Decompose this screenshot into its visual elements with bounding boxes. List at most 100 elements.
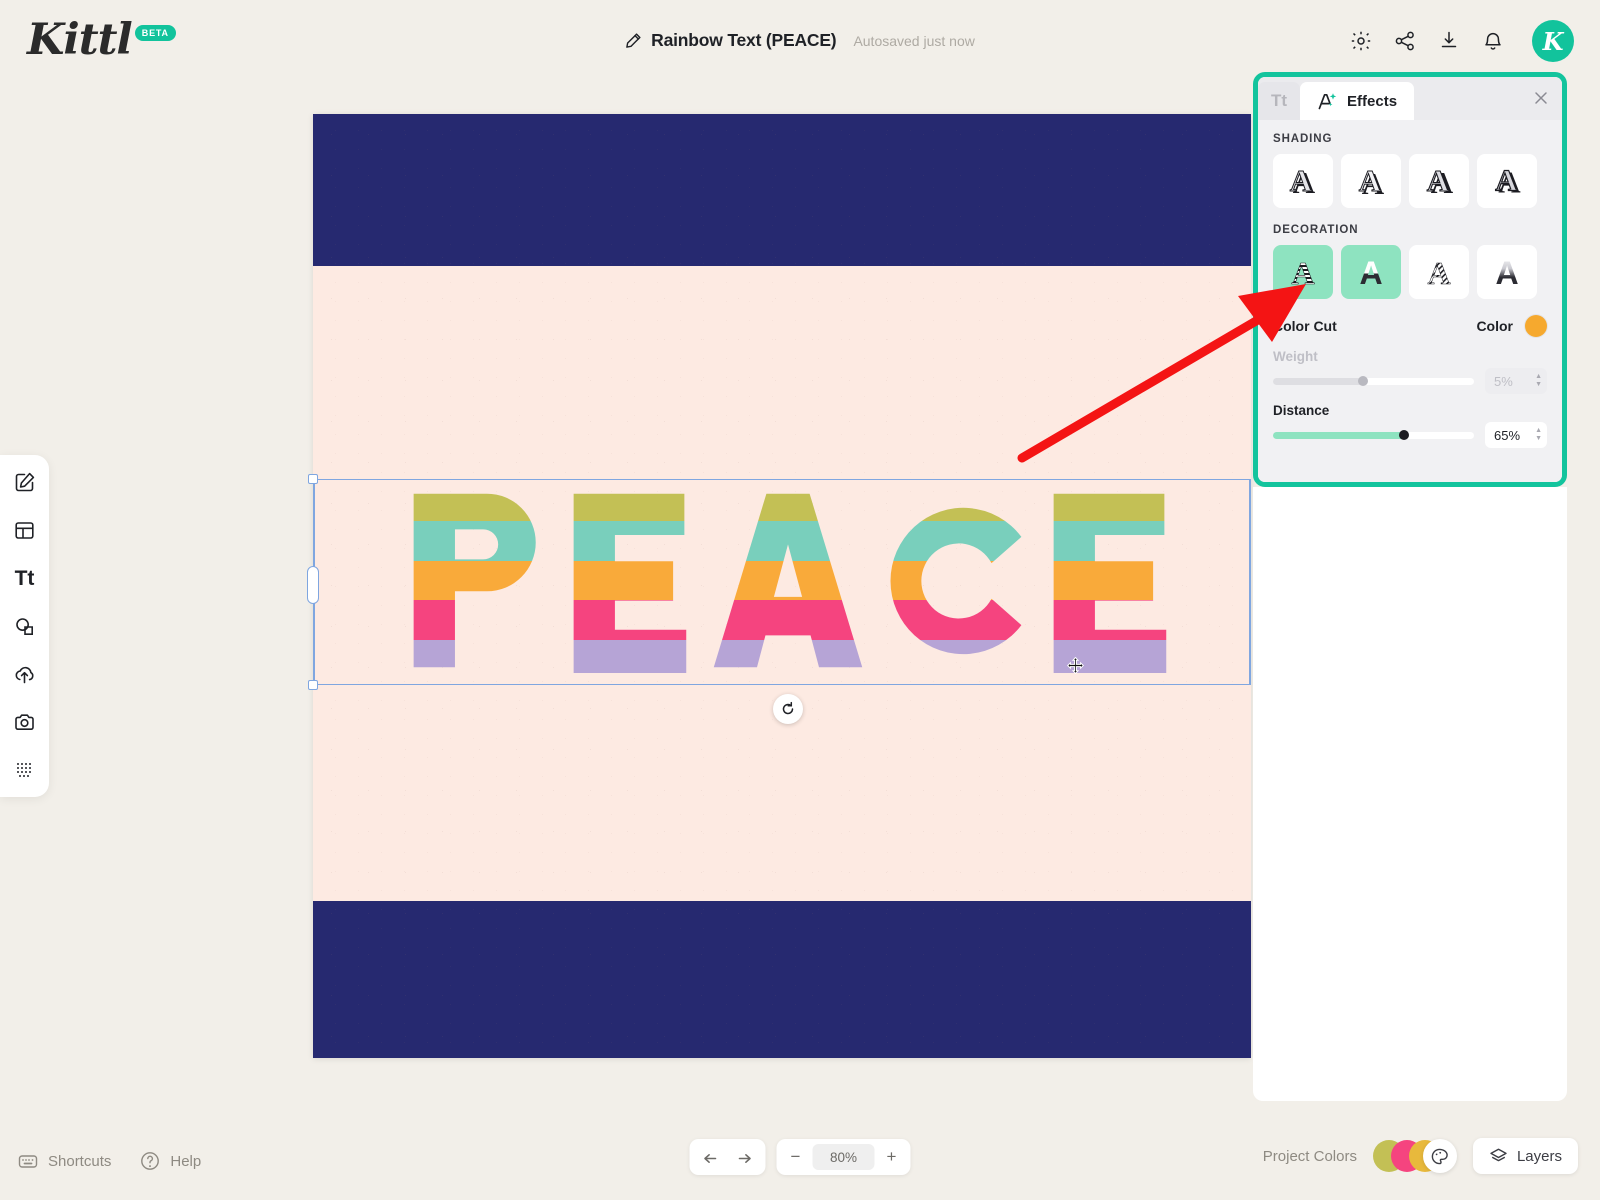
distance-spinner[interactable]: ▲ ▼ <box>1535 427 1542 442</box>
close-icon[interactable] <box>1532 89 1550 107</box>
svg-text:A: A <box>1291 255 1314 291</box>
shading-preview-icon: A A <box>1358 163 1385 201</box>
project-colors-swatches[interactable] <box>1372 1139 1457 1173</box>
tab-text-label: Tt <box>1271 91 1288 110</box>
weight-value: 5% <box>1494 373 1513 389</box>
help-button[interactable]: Help <box>139 1150 201 1172</box>
dot-grid-icon <box>17 762 31 777</box>
decoration-option-2[interactable]: A <box>1341 245 1401 299</box>
shading-option-4[interactable]: A A <box>1477 154 1537 208</box>
shapes-icon <box>16 617 33 635</box>
color-group: Color <box>1476 315 1547 337</box>
peace-text-object[interactable] <box>408 482 1170 680</box>
panel-body: SHADING A A A A A A A A DECORATION A A A… <box>1258 120 1562 482</box>
left-toolbar: Tt <box>0 455 49 797</box>
rotate-handle[interactable] <box>773 694 803 724</box>
decoration-option-3[interactable]: A <box>1409 245 1469 299</box>
letter-p <box>408 482 547 680</box>
letter-e-1 <box>567 482 690 680</box>
color-swatch[interactable] <box>1525 315 1547 337</box>
redo-button[interactable] <box>733 1144 760 1171</box>
avatar-initial: K <box>1542 26 1564 56</box>
shading-option-3[interactable]: A A <box>1409 154 1469 208</box>
decoration-tile-row: A A A A <box>1273 245 1547 299</box>
letter-e-2 <box>1048 482 1170 680</box>
undo-button[interactable] <box>696 1144 723 1171</box>
letter-gap <box>866 482 887 679</box>
weight-label: Weight <box>1273 349 1318 364</box>
shading-preview-icon: A A <box>1426 162 1454 200</box>
tab-text[interactable]: Tt <box>1258 82 1301 120</box>
tool-text[interactable]: Tt <box>10 563 40 593</box>
tool-photos[interactable] <box>10 707 40 737</box>
layers-button[interactable]: Layers <box>1472 1138 1578 1174</box>
letter-gap <box>547 482 568 679</box>
layout-icon <box>15 521 34 539</box>
weight-slider-knob[interactable] <box>1358 376 1369 386</box>
layers-label: Layers <box>1516 1147 1562 1165</box>
help-label: Help <box>170 1152 202 1170</box>
weight-spinner[interactable]: ▲ ▼ <box>1535 373 1542 388</box>
decoration-preview-icon: A <box>1359 255 1382 291</box>
letter-gap <box>690 482 711 679</box>
shortcuts-button[interactable]: Shortcuts <box>17 1150 111 1172</box>
svg-text:A: A <box>1495 163 1518 198</box>
shortcuts-label: Shortcuts <box>48 1152 112 1170</box>
avatar[interactable]: K <box>1532 20 1574 62</box>
shading-preview-icon: A A <box>1495 162 1522 200</box>
pencil-square-icon <box>15 472 35 491</box>
tab-effects[interactable]: Effects <box>1300 82 1415 120</box>
color-cut-label: Color Cut <box>1273 318 1337 334</box>
weight-slider-row: Weight 5% ▲ ▼ <box>1273 349 1547 394</box>
distance-value-field[interactable]: 65% ▲ ▼ <box>1485 422 1547 448</box>
tool-design[interactable] <box>10 467 40 497</box>
artboard-bottom-band <box>313 901 1251 1058</box>
bottom-left-group: Shortcuts Help <box>17 1150 201 1172</box>
autosave-status: Autosaved just now <box>853 32 975 49</box>
tool-mockups[interactable] <box>10 755 40 785</box>
distance-slider[interactable] <box>1273 430 1474 440</box>
distance-slider-knob[interactable] <box>1398 430 1409 440</box>
undo-redo-group <box>689 1139 766 1175</box>
tab-effects-label: Effects <box>1347 92 1398 110</box>
tool-templates[interactable] <box>10 515 40 545</box>
share-icon[interactable] <box>1394 30 1416 52</box>
shading-section-label: SHADING <box>1273 133 1333 145</box>
zoom-level-value[interactable]: 80% <box>812 1144 875 1170</box>
effects-panel: Tt Effects SHADING A A A A A A A A DECOR… <box>1253 72 1567 487</box>
weight-value-field[interactable]: 5% ▲ ▼ <box>1485 368 1547 394</box>
shading-tile-row: A A A A A A A A <box>1273 154 1547 208</box>
text-tt-icon: Tt <box>14 566 35 590</box>
bell-icon[interactable] <box>1482 30 1504 52</box>
shading-option-1[interactable]: A A <box>1273 154 1333 208</box>
zoom-in-button[interactable]: + <box>878 1143 906 1171</box>
svg-text:A: A <box>1359 163 1382 198</box>
zoom-out-button[interactable]: − <box>782 1143 810 1171</box>
panel-lower-sheet <box>1253 487 1567 1101</box>
shading-preview-icon: A A <box>1289 163 1316 201</box>
effects-sparkle-icon <box>1318 92 1337 109</box>
help-circle-icon <box>141 1152 160 1170</box>
pencil-icon[interactable] <box>625 32 642 49</box>
distance-slider-row: Distance 65% ▲ ▼ <box>1273 403 1547 448</box>
gear-icon[interactable] <box>1350 30 1372 52</box>
tool-uploads[interactable] <box>10 659 40 689</box>
svg-text:A: A <box>1290 163 1313 198</box>
artboard-top-band <box>313 114 1251 266</box>
zoom-cluster: − 80% + <box>689 1139 911 1175</box>
distance-value: 65% <box>1494 427 1521 443</box>
download-icon[interactable] <box>1438 30 1460 52</box>
top-bar: Kittl BETA Rainbow Text (PEACE) Autosave… <box>0 0 1600 83</box>
move-cursor-icon <box>1067 657 1084 674</box>
letter-gap <box>1027 482 1048 679</box>
svg-text:A: A <box>1427 255 1450 291</box>
shading-option-2[interactable]: A A <box>1341 154 1401 208</box>
decoration-option-4[interactable]: A <box>1477 245 1537 299</box>
document-title[interactable]: Rainbow Text (PEACE) <box>651 30 836 51</box>
decoration-option-1[interactable]: A <box>1273 245 1333 299</box>
tool-elements[interactable] <box>10 611 40 641</box>
palette-button[interactable] <box>1422 1139 1457 1173</box>
artboard[interactable] <box>313 114 1251 1058</box>
weight-slider[interactable] <box>1273 376 1474 386</box>
decoration-preview-icon: A <box>1427 255 1451 291</box>
